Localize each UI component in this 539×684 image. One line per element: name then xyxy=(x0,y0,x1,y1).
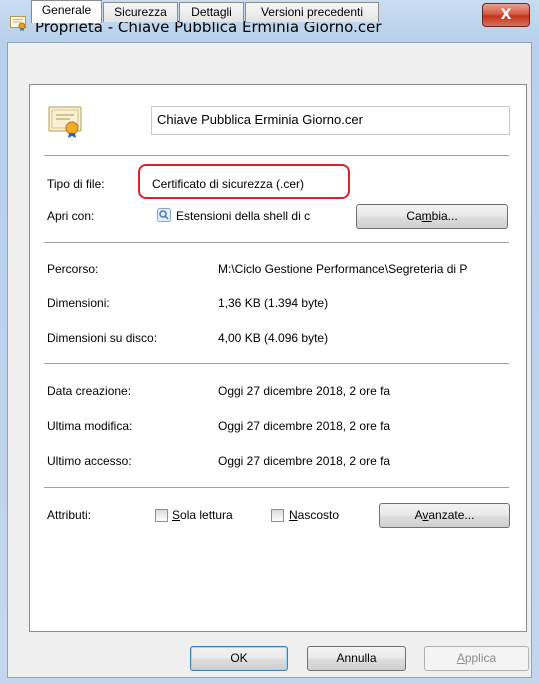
certificate-file-icon xyxy=(48,104,82,138)
change-button-accel: m xyxy=(421,209,432,223)
modified-label: Ultima modifica: xyxy=(47,419,133,433)
tab-versioni-precedenti[interactable]: Versioni precedenti xyxy=(245,2,379,22)
accessed-label: Ultimo accesso: xyxy=(47,454,132,468)
certificate-icon xyxy=(10,15,28,31)
tab-label: Generale xyxy=(41,3,92,17)
close-button[interactable]: X xyxy=(482,3,530,27)
path-label: Percorso: xyxy=(47,262,99,276)
change-button[interactable]: Cambia... xyxy=(356,204,508,229)
tab-label: Dettagli xyxy=(191,5,232,19)
tab-generale[interactable]: Generale xyxy=(31,0,102,23)
accessed-value: Oggi 27 dicembre 2018, 2 ore fa xyxy=(218,454,391,468)
change-button-label-rest: bia... xyxy=(431,209,458,223)
created-label: Data creazione: xyxy=(47,384,132,398)
modified-value: Oggi 27 dicembre 2018, 2 ore fa xyxy=(218,419,391,433)
created-value: Oggi 27 dicembre 2018, 2 ore fa xyxy=(218,384,391,398)
open-with-value: Estensioni della shell di c xyxy=(176,209,311,223)
readonly-label-rest: ola lettura xyxy=(180,508,233,522)
separator xyxy=(44,155,509,157)
readonly-label[interactable]: Sola lettura xyxy=(172,508,233,522)
tab-sicurezza[interactable]: Sicurezza xyxy=(103,2,178,22)
file-name-value: Chiave Pubblica Erminia Giorno.cer xyxy=(157,112,363,127)
advanced-button[interactable]: Avanzate... xyxy=(379,503,510,528)
close-icon: X xyxy=(500,7,512,23)
tab-label: Sicurezza xyxy=(114,5,167,19)
readonly-checkbox[interactable] xyxy=(155,509,168,522)
file-name-field[interactable]: Chiave Pubblica Erminia Giorno.cer xyxy=(151,106,510,135)
cancel-button-label: Annulla xyxy=(336,651,377,665)
hidden-label-rest: ascosto xyxy=(297,508,340,522)
properties-window: Proprietà - Chiave Pubblica Erminia Gior… xyxy=(0,0,539,684)
change-button-label: Ca xyxy=(406,209,422,223)
readonly-accel: S xyxy=(172,508,181,522)
disk-size-value: 4,00 KB (4.096 byte) xyxy=(218,331,329,345)
cancel-button[interactable]: Annulla xyxy=(307,646,406,671)
shell-extension-icon xyxy=(156,207,172,223)
path-value: M:\Ciclo Gestione Performance\Segreteria… xyxy=(218,262,468,276)
open-with-label: Apri con: xyxy=(47,209,95,223)
separator xyxy=(44,242,509,244)
size-value: 1,36 KB (1.394 byte) xyxy=(218,296,329,310)
ok-button[interactable]: OK xyxy=(190,646,288,671)
advanced-button-label-rest: anzate... xyxy=(428,508,475,522)
size-label: Dimensioni: xyxy=(47,296,110,310)
separator xyxy=(44,487,509,489)
hidden-label[interactable]: Nascosto xyxy=(289,508,339,522)
apply-button-accel: A xyxy=(456,651,465,665)
tab-label: Versioni precedenti xyxy=(260,5,364,19)
hidden-checkbox[interactable] xyxy=(271,509,284,522)
disk-size-label: Dimensioni su disco: xyxy=(47,331,158,345)
apply-button-label: pplica xyxy=(464,651,497,665)
hidden-accel: N xyxy=(289,508,298,522)
attributes-label: Attributi: xyxy=(47,508,92,522)
ok-button-label: OK xyxy=(230,651,248,665)
file-type-highlight-outline xyxy=(138,164,350,199)
file-type-label: Tipo di file: xyxy=(47,177,105,191)
separator xyxy=(44,363,509,365)
tab-dettagli[interactable]: Dettagli xyxy=(179,2,244,22)
apply-button[interactable]: Applica xyxy=(424,646,529,671)
